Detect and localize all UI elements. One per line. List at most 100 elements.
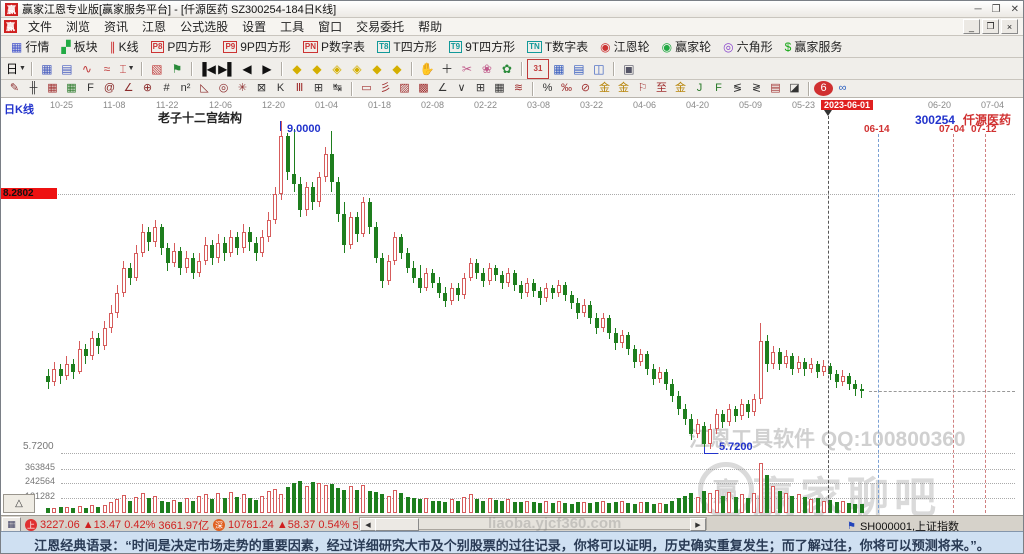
tb1-p-number-table[interactable]: PN P数字表 [297,37,371,57]
tb2-chart-window-icon[interactable]: ▦ [37,60,57,78]
tb1-t-square[interactable]: T8 T四方形 [371,37,443,57]
tb3-cell-grid-icon[interactable]: ⊞ [309,81,328,96]
tb3-ruler-tri-icon[interactable]: ◺ [195,81,214,96]
tb3-level-tool-icon[interactable]: 至 [652,81,671,96]
menu-file[interactable]: 文件 [21,20,59,34]
tb2-zigzag-a-icon[interactable]: ∿ [77,60,97,78]
collapse-panel-button[interactable]: △ [3,494,35,513]
minimize-icon[interactable]: ─ [975,4,982,15]
tb3-vertical-grid-icon[interactable]: ╫ [24,81,43,96]
tb2-calculator-icon[interactable]: ▦ [549,60,569,78]
tb1-hexagon[interactable]: ◎ 六角形 [717,37,779,57]
tb2-save-disk-icon[interactable]: ◫ [589,60,609,78]
tb3-gann-grid-green-icon[interactable]: ▦ [62,81,81,96]
mdi-restore-icon[interactable]: ❐ [982,19,999,34]
tb3-shade-box-icon[interactable]: ▩ [414,81,433,96]
tb3-n-square-icon[interactable]: n² [176,81,195,96]
tb1-winner-service[interactable]: $ 赢家服务 [779,37,849,57]
tb3-hash-grid-icon[interactable]: # [157,81,176,96]
tb3-circle-cross-icon[interactable]: ⊕ [138,81,157,96]
tb3-angle-line-icon[interactable]: ∠ [119,81,138,96]
tb1-kline[interactable]: ∥ K线 [104,37,145,57]
tb3-shade-grid-icon[interactable]: ▨ [395,81,414,96]
tb3-waves-icon[interactable]: ≋ [509,81,528,96]
tb1-t-number-table[interactable]: TN T数字表 [521,37,594,57]
tb2-cut-tool-icon[interactable]: ✂ [457,60,477,78]
tb2-green-tool-icon[interactable]: ✿ [497,60,517,78]
close-icon[interactable]: ✕ [1011,4,1019,15]
menu-formula-pick[interactable]: 公式选股 [173,20,235,34]
tb2-pan-hand-icon[interactable]: ✋ [417,60,437,78]
tb2-candle-style-icon[interactable]: ⌶ ▼ [117,60,137,78]
tb3-flag-1-icon[interactable]: ⚐ [633,81,652,96]
menu-trade[interactable]: 交易委托 [349,20,411,34]
scrollbar-thumb[interactable] [375,518,419,531]
tb3-dense-grid-icon[interactable]: ▦ [490,81,509,96]
menu-settings[interactable]: 设置 [235,20,273,34]
tb3-corner-tool-icon[interactable]: ◪ [785,81,804,96]
tb3-ray-fan-icon[interactable]: 彡 [376,81,395,96]
tb3-angle-2-icon[interactable]: ∠ [433,81,452,96]
tb2-prev-bar-icon[interactable]: ◀ [237,60,257,78]
tb1-quotes[interactable]: ▦ 行情 [5,37,55,57]
tb3-winner-ball-icon[interactable]: 6 [814,81,833,96]
tb3-permille-icon[interactable]: ‰ [557,81,576,96]
tb3-target-circle-icon[interactable]: ◎ [214,81,233,96]
tb2-flag-tool-icon[interactable]: ⚑ [167,60,187,78]
tb2-diamond-lr-icon[interactable]: ◆ [287,60,307,78]
tb2-truck-icon[interactable]: ▣ [619,60,639,78]
tb3-f-trend-icon[interactable]: F [709,81,728,96]
tb1-9p-square[interactable]: P9 9P四方形 [217,37,296,57]
tb2-red-chart-icon[interactable]: ▧ [147,60,167,78]
tb3-zigzag-up-icon[interactable]: ≶ [728,81,747,96]
tb3-red-pagoda-icon[interactable]: Ⅲ [290,81,309,96]
tb3-rect-tool-icon[interactable]: ▭ [357,81,376,96]
tb2-zigzag-b-icon[interactable]: ≈ [97,60,117,78]
tb3-infinity-icon[interactable]: ∞ [833,81,852,96]
tb1-winner-wheel[interactable]: ◉ 赢家轮 [656,37,718,57]
restore-icon[interactable]: ❐ [992,4,1001,15]
scroll-left-icon[interactable]: ◀ [360,518,376,531]
tb2-crosshair-icon[interactable]: ＋ [437,60,457,78]
tb2-info-panel-icon[interactable]: ▤ [57,60,77,78]
tb2-next-bar-icon[interactable]: ▶ [257,60,277,78]
tb2-first-bar-icon[interactable]: ▐◀ [197,60,217,78]
tb3-gold-ratio-1-icon[interactable]: 金 [595,81,614,96]
menu-window[interactable]: 窗口 [311,20,349,34]
mdi-minimize-icon[interactable]: _ [963,19,980,34]
menu-tools[interactable]: 工具 [273,20,311,34]
tb2-calendar-icon[interactable]: 31 [526,58,549,79]
tb2-diamond-expand-icon[interactable]: ◆ [367,60,387,78]
mdi-close-icon[interactable]: × [1001,19,1018,34]
menu-gann[interactable]: 江恩 [135,20,173,34]
tb3-spiral-icon[interactable]: @ [100,81,119,96]
tb2-diamond-out-icon[interactable]: ◈ [347,60,367,78]
tb3-span-arrows-icon[interactable]: ↹ [328,81,347,96]
kline-chart-area[interactable]: 日K线 老子十二宫结构 300254 仟源医药 10-25 11-08 11-22 12… [1,98,1023,515]
tb3-k-prime-icon[interactable]: K [271,81,290,96]
tb3-j-trend-icon[interactable]: J [690,81,709,96]
menu-news[interactable]: 资讯 [97,20,135,34]
tb2-diamond-ud-icon[interactable]: ◆ [307,60,327,78]
tb2-flower-tool-icon[interactable]: ❀ [477,60,497,78]
menu-browse[interactable]: 浏览 [59,20,97,34]
tb3-table-grid-icon[interactable]: ⊞ [471,81,490,96]
menu-help[interactable]: 帮助 [411,20,449,34]
tb3-draw-pencil-icon[interactable]: ✎ [5,81,24,96]
tb3-gold-ratio-3-icon[interactable]: 金 [671,81,690,96]
tb3-circle-slash-icon[interactable]: ⊘ [576,81,595,96]
tb3-gold-ratio-2-icon[interactable]: 金 [614,81,633,96]
tb3-star-burst-icon[interactable]: ✳ [233,81,252,96]
tb2-diamond-in-icon[interactable]: ◈ [327,60,347,78]
tb3-check-v-icon[interactable]: ∨ [452,81,471,96]
tb3-band-tool-icon[interactable]: ▤ [766,81,785,96]
tb3-percent-icon[interactable]: % [538,81,557,96]
tb2-diamond-shrink-icon[interactable]: ◆ [387,60,407,78]
grid-view-button[interactable]: ▦ [2,517,21,532]
tb1-9t-square[interactable]: T9 9T四方形 [443,37,521,57]
scroll-right-icon[interactable]: ▶ [690,518,706,531]
tb2-last-bar-icon[interactable]: ▶▌ [217,60,237,78]
tb1-sectors[interactable]: ▞ 板块 [55,37,103,57]
tb2-period-day-icon[interactable]: 日 ▼ [5,60,27,78]
tb3-box-x-icon[interactable]: ⊠ [252,81,271,96]
